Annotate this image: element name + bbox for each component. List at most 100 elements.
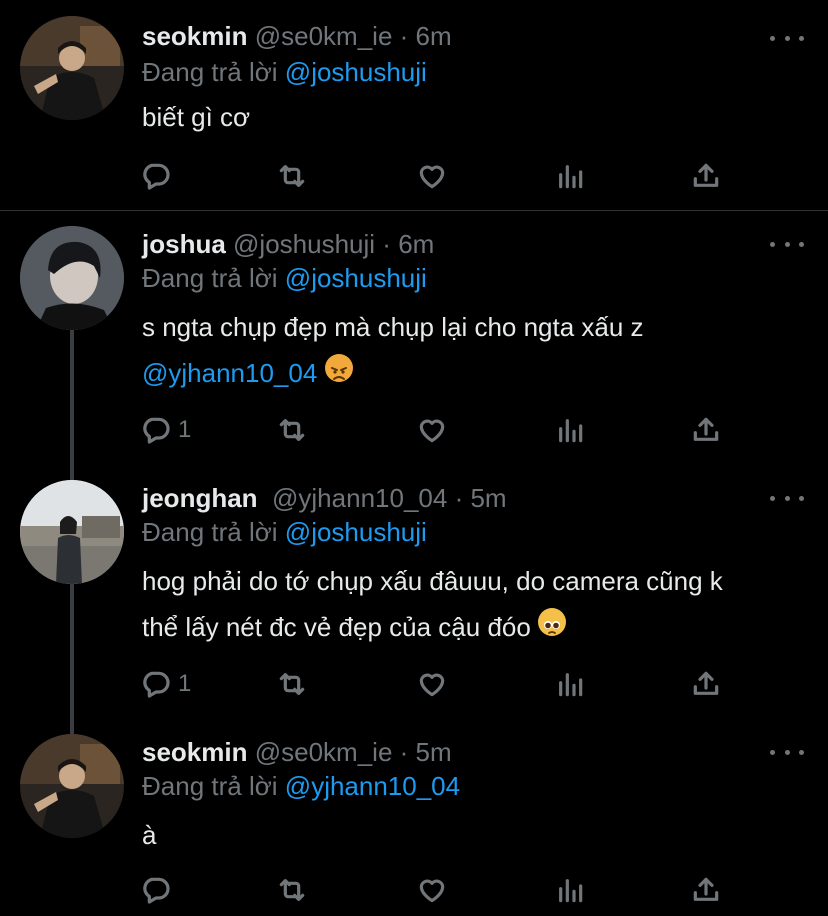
like-icon xyxy=(416,160,448,192)
replying-to-mention[interactable]: @yjhann10_04 xyxy=(285,771,460,801)
retweet-button[interactable] xyxy=(276,872,308,908)
analytics-button[interactable] xyxy=(554,158,586,194)
divider xyxy=(0,210,828,211)
timestamp[interactable]: 6m xyxy=(416,21,452,51)
like-button[interactable] xyxy=(416,872,448,908)
retweet-button[interactable] xyxy=(276,158,308,194)
tweet-text-line: s ngta chụp đẹp mà chụp lại cho ngta xấu… xyxy=(142,312,644,342)
avatar-photo-joshua-icon xyxy=(20,226,124,330)
replying-to-label: Đang trả lời xyxy=(142,517,278,547)
replying-to-label: Đang trả lời xyxy=(142,263,278,293)
replying-to-label: Đang trả lời xyxy=(142,771,278,801)
share-icon xyxy=(690,414,722,446)
analytics-icon xyxy=(554,414,586,446)
reply-button[interactable]: 1 xyxy=(140,666,191,702)
replying-to-mention[interactable]: @joshushuji xyxy=(285,263,427,293)
analytics-button[interactable] xyxy=(554,872,586,908)
tweet-text-fragment: thể lấy nét đc vẻ đẹp của cậu đóo xyxy=(142,612,531,642)
analytics-button[interactable] xyxy=(554,412,586,448)
tweet-text-line: biết gì cơ xyxy=(142,102,251,132)
like-button[interactable] xyxy=(416,412,448,448)
action-bar xyxy=(140,872,740,908)
tweet-header: joshua @joshushuji · 6m xyxy=(142,228,434,260)
replying-to-label: Đang trả lời xyxy=(142,57,278,87)
tweet-4[interactable]: seokmin @se0km_ie · 5m Đang trả lời @yjh… xyxy=(0,720,828,916)
angry-face-emoji-icon xyxy=(324,354,353,382)
like-button[interactable] xyxy=(416,666,448,702)
avatar[interactable] xyxy=(20,16,124,120)
tweet-text-line: à xyxy=(142,820,157,850)
analytics-button[interactable] xyxy=(554,666,586,702)
tweet-text: hog phải do tớ chụp xấu đâuuu, do camera… xyxy=(142,558,812,650)
user-handle[interactable]: @yjhann10_04 xyxy=(272,483,447,513)
reply-button[interactable]: 1 xyxy=(140,412,191,448)
reply-button[interactable] xyxy=(140,872,178,908)
retweet-icon xyxy=(276,160,308,192)
replying-to: Đang trả lời @joshushuji xyxy=(142,262,427,294)
retweet-icon xyxy=(276,874,308,906)
tweet-text-line: @yjhann10_04 xyxy=(142,350,812,396)
share-button[interactable] xyxy=(690,872,722,908)
retweet-button[interactable] xyxy=(276,666,308,702)
tweet-text-line: hog phải do tớ chụp xấu đâuuu, do camera… xyxy=(142,566,723,596)
replying-to: Đang trả lời @joshushuji xyxy=(142,516,427,548)
display-name[interactable]: seokmin xyxy=(142,737,248,767)
tweet-1[interactable]: seokmin @se0km_ie · 6m Đang trả lời @jos… xyxy=(0,0,828,212)
tweet-text: s ngta chụp đẹp mà chụp lại cho ngta xấu… xyxy=(142,304,812,396)
pleading-face-emoji-icon xyxy=(538,608,567,636)
like-icon xyxy=(416,414,448,446)
user-handle[interactable]: @joshushuji xyxy=(233,229,375,259)
tweet-header: seokmin @se0km_ie · 5m xyxy=(142,736,452,768)
user-handle[interactable]: @se0km_ie xyxy=(255,21,393,51)
reply-button[interactable] xyxy=(140,158,178,194)
display-name[interactable]: jeonghan xyxy=(142,483,258,513)
tweet-3[interactable]: jeonghan @yjhann10_04 · 5m Đang trả lời … xyxy=(0,466,828,720)
action-bar xyxy=(140,158,740,194)
tweet-text: biết gì cơ xyxy=(142,94,812,140)
reply-icon xyxy=(140,668,172,700)
tweet-text-line: thể lấy nét đc vẻ đẹp của cậu đóo xyxy=(142,604,812,650)
retweet-button[interactable] xyxy=(276,412,308,448)
like-icon xyxy=(416,668,448,700)
display-name[interactable]: seokmin xyxy=(142,21,248,51)
more-icon[interactable] xyxy=(770,742,804,762)
like-button[interactable] xyxy=(416,158,448,194)
reply-count: 1 xyxy=(178,670,192,697)
separator-dot: · xyxy=(399,737,409,767)
separator-dot: · xyxy=(399,21,409,51)
replying-to-mention[interactable]: @joshushuji xyxy=(285,57,427,87)
reply-icon xyxy=(140,414,172,446)
avatar[interactable] xyxy=(20,226,124,330)
analytics-icon xyxy=(554,668,586,700)
avatar-photo-seokmin-icon xyxy=(20,734,124,838)
timestamp[interactable]: 5m xyxy=(470,483,506,513)
avatar-photo-seokmin-icon xyxy=(20,16,124,120)
replying-to: Đang trả lời @joshushuji xyxy=(142,56,427,88)
retweet-icon xyxy=(276,414,308,446)
avatar[interactable] xyxy=(20,480,124,584)
analytics-icon xyxy=(554,160,586,192)
more-icon[interactable] xyxy=(770,28,804,48)
action-bar: 1 xyxy=(140,412,740,448)
tweet-2[interactable]: joshua @joshushuji · 6m Đang trả lời @jo… xyxy=(0,212,828,466)
share-button[interactable] xyxy=(690,666,722,702)
more-icon[interactable] xyxy=(770,488,804,508)
timestamp[interactable]: 5m xyxy=(416,737,452,767)
share-button[interactable] xyxy=(690,158,722,194)
avatar[interactable] xyxy=(20,734,124,838)
avatar-photo-jeonghan-icon xyxy=(20,480,124,584)
separator-dot: · xyxy=(382,229,391,259)
display-name[interactable]: joshua xyxy=(142,229,226,259)
timestamp[interactable]: 6m xyxy=(398,229,434,259)
reply-icon xyxy=(140,874,172,906)
replying-to-mention[interactable]: @joshushuji xyxy=(285,517,427,547)
replying-to: Đang trả lời @yjhann10_04 xyxy=(142,770,460,802)
tweet-text: à xyxy=(142,812,812,858)
tweet-mention[interactable]: @yjhann10_04 xyxy=(142,358,317,388)
share-button[interactable] xyxy=(690,412,722,448)
action-bar: 1 xyxy=(140,666,740,702)
tweet-header: jeonghan @yjhann10_04 · 5m xyxy=(142,482,507,514)
more-icon[interactable] xyxy=(770,234,804,254)
user-handle[interactable]: @se0km_ie xyxy=(255,737,393,767)
separator-dot: · xyxy=(454,483,464,513)
